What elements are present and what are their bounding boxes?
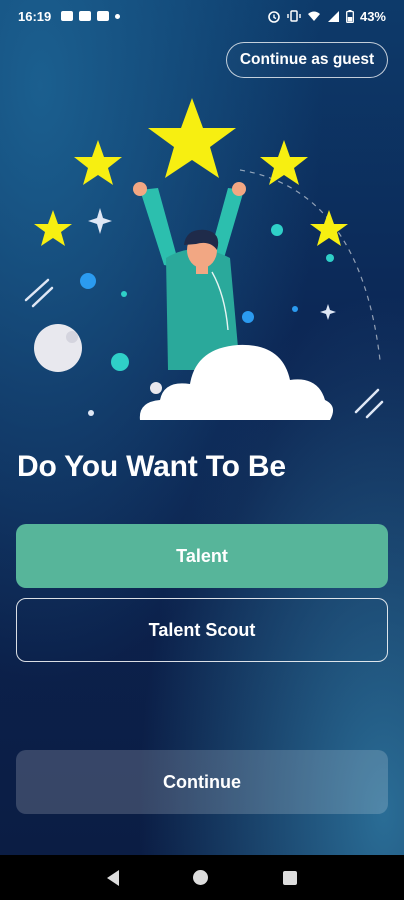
- star-icon: [260, 140, 308, 185]
- star-icon: [310, 210, 348, 246]
- star-icon: [148, 98, 236, 178]
- sparkle-icon: [88, 208, 112, 234]
- star-icons: [34, 98, 348, 246]
- wifi-icon: [307, 11, 320, 21]
- battery-percent: 43%: [359, 8, 386, 24]
- continue-as-guest-button[interactable]: Continue as guest: [226, 42, 388, 78]
- dot-icon: [115, 13, 121, 19]
- dashed-arc: [239, 169, 381, 361]
- person-illustration: [133, 182, 246, 370]
- talent-option-button[interactable]: Talent: [16, 524, 388, 588]
- star-icon: [34, 210, 72, 246]
- recents-square-icon[interactable]: [282, 870, 297, 885]
- talent-scout-option-button[interactable]: Talent Scout: [16, 598, 388, 662]
- status-right-icons: 43%: [267, 9, 386, 24]
- system-nav-bar: [0, 855, 404, 900]
- sparkle-icon: [320, 304, 336, 320]
- youtube-icon: [97, 11, 110, 21]
- moon-icon: [34, 324, 82, 372]
- youtube-icon: [79, 11, 92, 21]
- continue-button[interactable]: Continue: [16, 750, 388, 814]
- screen: 16:19 43% Continue as guest Do You Want …: [0, 0, 404, 855]
- status-left-icons: [61, 11, 121, 21]
- celebrating-person-stars-illustration: [24, 98, 384, 420]
- back-triangle-icon[interactable]: [107, 869, 120, 886]
- alarm-icon: [268, 11, 280, 23]
- vibrate-icon: [287, 10, 301, 22]
- battery-icon: [346, 9, 354, 23]
- status-bar: 16:19 43%: [0, 0, 404, 32]
- signal-icon: [327, 10, 339, 22]
- home-circle-icon[interactable]: [193, 870, 209, 885]
- star-icon: [74, 140, 122, 185]
- page-title: Do You Want To Be: [17, 450, 286, 483]
- notes-icon: [61, 11, 74, 21]
- status-time: 16:19: [18, 8, 52, 24]
